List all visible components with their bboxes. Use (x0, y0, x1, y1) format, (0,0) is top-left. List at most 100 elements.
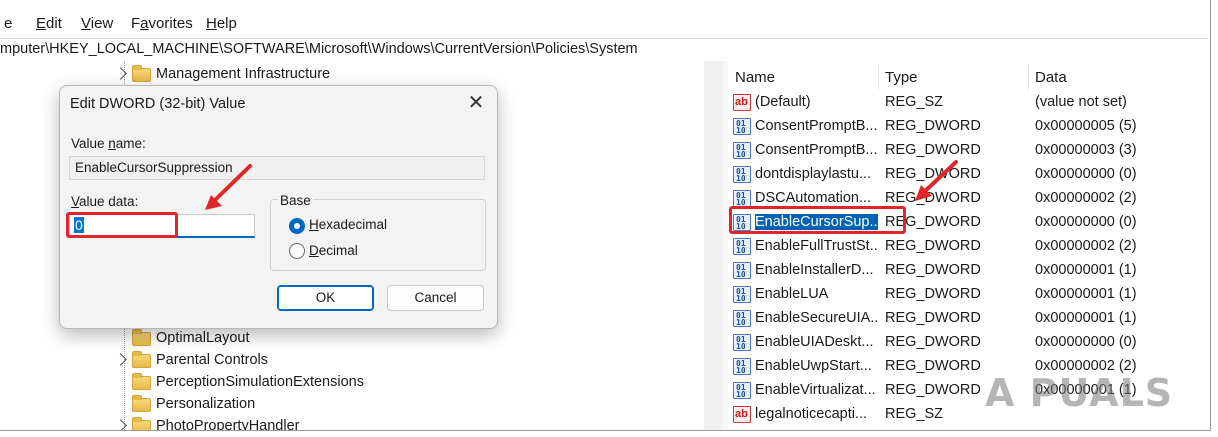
list-header: Name Type Data (728, 61, 1208, 91)
list-row[interactable]: 01 10 ConsentPromptB... REG_DWORD 0x00000005… (728, 115, 1208, 139)
close-icon[interactable]: ✕ (462, 91, 490, 117)
list-row[interactable]: 01 10 dontdisplaylastu... REG_DWORD 0x000000… (728, 163, 1208, 187)
column-header-type[interactable]: Type (885, 69, 918, 86)
base-group (270, 199, 486, 271)
value-name: DSCAutomation... (755, 190, 872, 206)
registry-editor-window: e Edit View Favorites Help mputer\HKEY_L… (0, 0, 1211, 431)
tree-node-label: PhotoPropertyHandler (156, 418, 300, 431)
menu-bar: e Edit View Favorites Help (0, 9, 1210, 37)
list-row[interactable]: ab (Default) REG_SZ (value not set) (728, 91, 1208, 115)
column-header-name[interactable]: Name (735, 69, 775, 86)
value-name: EnableLUA (755, 286, 829, 302)
list-row[interactable]: 01 10 EnableInstallerD... REG_DWORD 0x000000… (728, 259, 1208, 283)
value-data-highlight-box (66, 212, 178, 238)
dword-value-icon: 01 10 (733, 142, 751, 159)
value-name: EnableSecureUIA... (755, 310, 878, 326)
value-type: REG_SZ (885, 94, 944, 110)
menu-favorites[interactable]: Favorites (131, 15, 193, 32)
value-type: REG_DWORD (885, 358, 981, 374)
value-type: REG_DWORD (885, 166, 981, 182)
value-type: REG_DWORD (885, 286, 981, 302)
list-row[interactable]: 01 10 EnableSecureUIA... REG_DWORD 0x0000000… (728, 307, 1208, 331)
value-name: ConsentPromptB... (755, 118, 878, 134)
value-name: EnableVirtualizat... (755, 382, 876, 398)
value-data: 0x00000001 (1) (1035, 310, 1137, 326)
tree-node-label: OptimalLayout (156, 330, 250, 346)
hexadecimal-label[interactable]: Hexadecimal (309, 217, 387, 232)
selected-value-highlight-box (729, 206, 906, 234)
value-type: REG_DWORD (885, 310, 981, 326)
dword-value-icon: 01 10 (733, 382, 751, 399)
value-name: EnableUwpStart... (755, 358, 872, 374)
list-row[interactable]: 01 10 EnableFullTrustSt... REG_DWORD 0x00000… (728, 235, 1208, 259)
menu-file[interactable]: e (4, 15, 12, 32)
list-row[interactable]: 01 10 ConsentPromptB... REG_DWORD 0x00000003… (728, 139, 1208, 163)
dword-value-icon: 01 10 (733, 190, 751, 207)
folder-icon (132, 417, 151, 430)
value-name-field: EnableCursorSuppression (69, 156, 485, 180)
dword-value-icon: 01 10 (733, 238, 751, 255)
folder-icon (132, 329, 151, 346)
value-data: 0x00000003 (3) (1035, 142, 1137, 158)
address-path: mputer\HKEY_LOCAL_MACHINE\SOFTWARE\Micro… (0, 41, 638, 57)
value-data: 0x00000001 (1) (1035, 286, 1137, 302)
value-data: 0x00000001 (1) (1035, 262, 1137, 278)
value-name: EnableInstallerD... (755, 262, 874, 278)
dword-value-icon: 01 10 (733, 262, 751, 279)
value-data: 0x00000000 (0) (1035, 334, 1137, 350)
ok-button[interactable]: OK (277, 285, 374, 311)
value-data-label: Value data: (71, 194, 139, 209)
value-name: (Default) (755, 94, 811, 110)
value-type: REG_DWORD (885, 382, 981, 398)
value-name-label: Value name: (71, 136, 146, 151)
value-type: REG_DWORD (885, 262, 981, 278)
dword-value-icon: 01 10 (733, 166, 751, 183)
menu-help[interactable]: Help (206, 15, 237, 32)
folder-icon (132, 373, 151, 390)
menu-view[interactable]: View (81, 15, 113, 32)
value-data: 0x00000005 (5) (1035, 118, 1137, 134)
hexadecimal-radio[interactable] (289, 218, 305, 234)
watermark-logo: A PUALS (985, 371, 1174, 415)
address-bar[interactable]: mputer\HKEY_LOCAL_MACHINE\SOFTWARE\Micro… (0, 38, 1208, 62)
tree-node-label: Parental Controls (156, 352, 269, 368)
value-type: REG_DWORD (885, 142, 981, 158)
tree-node-label: Personalization (156, 396, 256, 412)
tree-node-label: Management Infrastructure (156, 66, 331, 82)
edit-dword-dialog: Edit DWORD (32-bit) Value ✕ Value name: … (59, 85, 498, 329)
value-data: 0x00000002 (2) (1035, 190, 1137, 206)
value-data: 0x00000002 (2) (1035, 238, 1137, 254)
dword-value-icon: 01 10 (733, 334, 751, 351)
list-row[interactable]: 01 10 EnableUIADeskt... REG_DWORD 0x00000000… (728, 331, 1208, 355)
value-name: ConsentPromptB... (755, 142, 878, 158)
column-divider[interactable] (1028, 65, 1029, 89)
cancel-button[interactable]: Cancel (387, 285, 484, 311)
decimal-radio[interactable] (289, 243, 305, 259)
decimal-label[interactable]: Decimal (309, 243, 358, 258)
tree-scrollbar[interactable] (704, 61, 722, 430)
value-type: REG_DWORD (885, 238, 981, 254)
menu-edit[interactable]: Edit (36, 15, 62, 32)
value-data: (value not set) (1035, 94, 1127, 110)
value-name-text: EnableCursorSuppression (75, 160, 233, 175)
tree-node-label: PerceptionSimulationExtensions (156, 374, 364, 390)
value-type: REG_DWORD (885, 334, 981, 350)
list-row[interactable]: 01 10 EnableLUA REG_DWORD 0x00000001 (1) (728, 283, 1208, 307)
value-name: EnableFullTrustSt... (755, 238, 878, 254)
folder-icon (132, 395, 151, 412)
base-group-title: Base (278, 193, 313, 208)
column-header-data[interactable]: Data (1035, 69, 1067, 86)
dialog-title: Edit DWORD (32-bit) Value (70, 96, 246, 112)
dword-value-icon: 01 10 (733, 118, 751, 135)
value-type: REG_DWORD (885, 190, 981, 206)
dword-value-icon: 01 10 (733, 358, 751, 375)
column-divider[interactable] (878, 65, 879, 89)
value-type: REG_SZ (885, 406, 944, 422)
folder-icon (132, 351, 151, 368)
value-name: dontdisplaylastu... (755, 166, 872, 182)
dword-value-icon: 01 10 (733, 286, 751, 303)
value-type: REG_DWORD (885, 118, 981, 134)
dword-value-icon: 01 10 (733, 310, 751, 327)
value-data: 0x00000000 (0) (1035, 166, 1137, 182)
string-value-icon: ab (733, 406, 751, 423)
